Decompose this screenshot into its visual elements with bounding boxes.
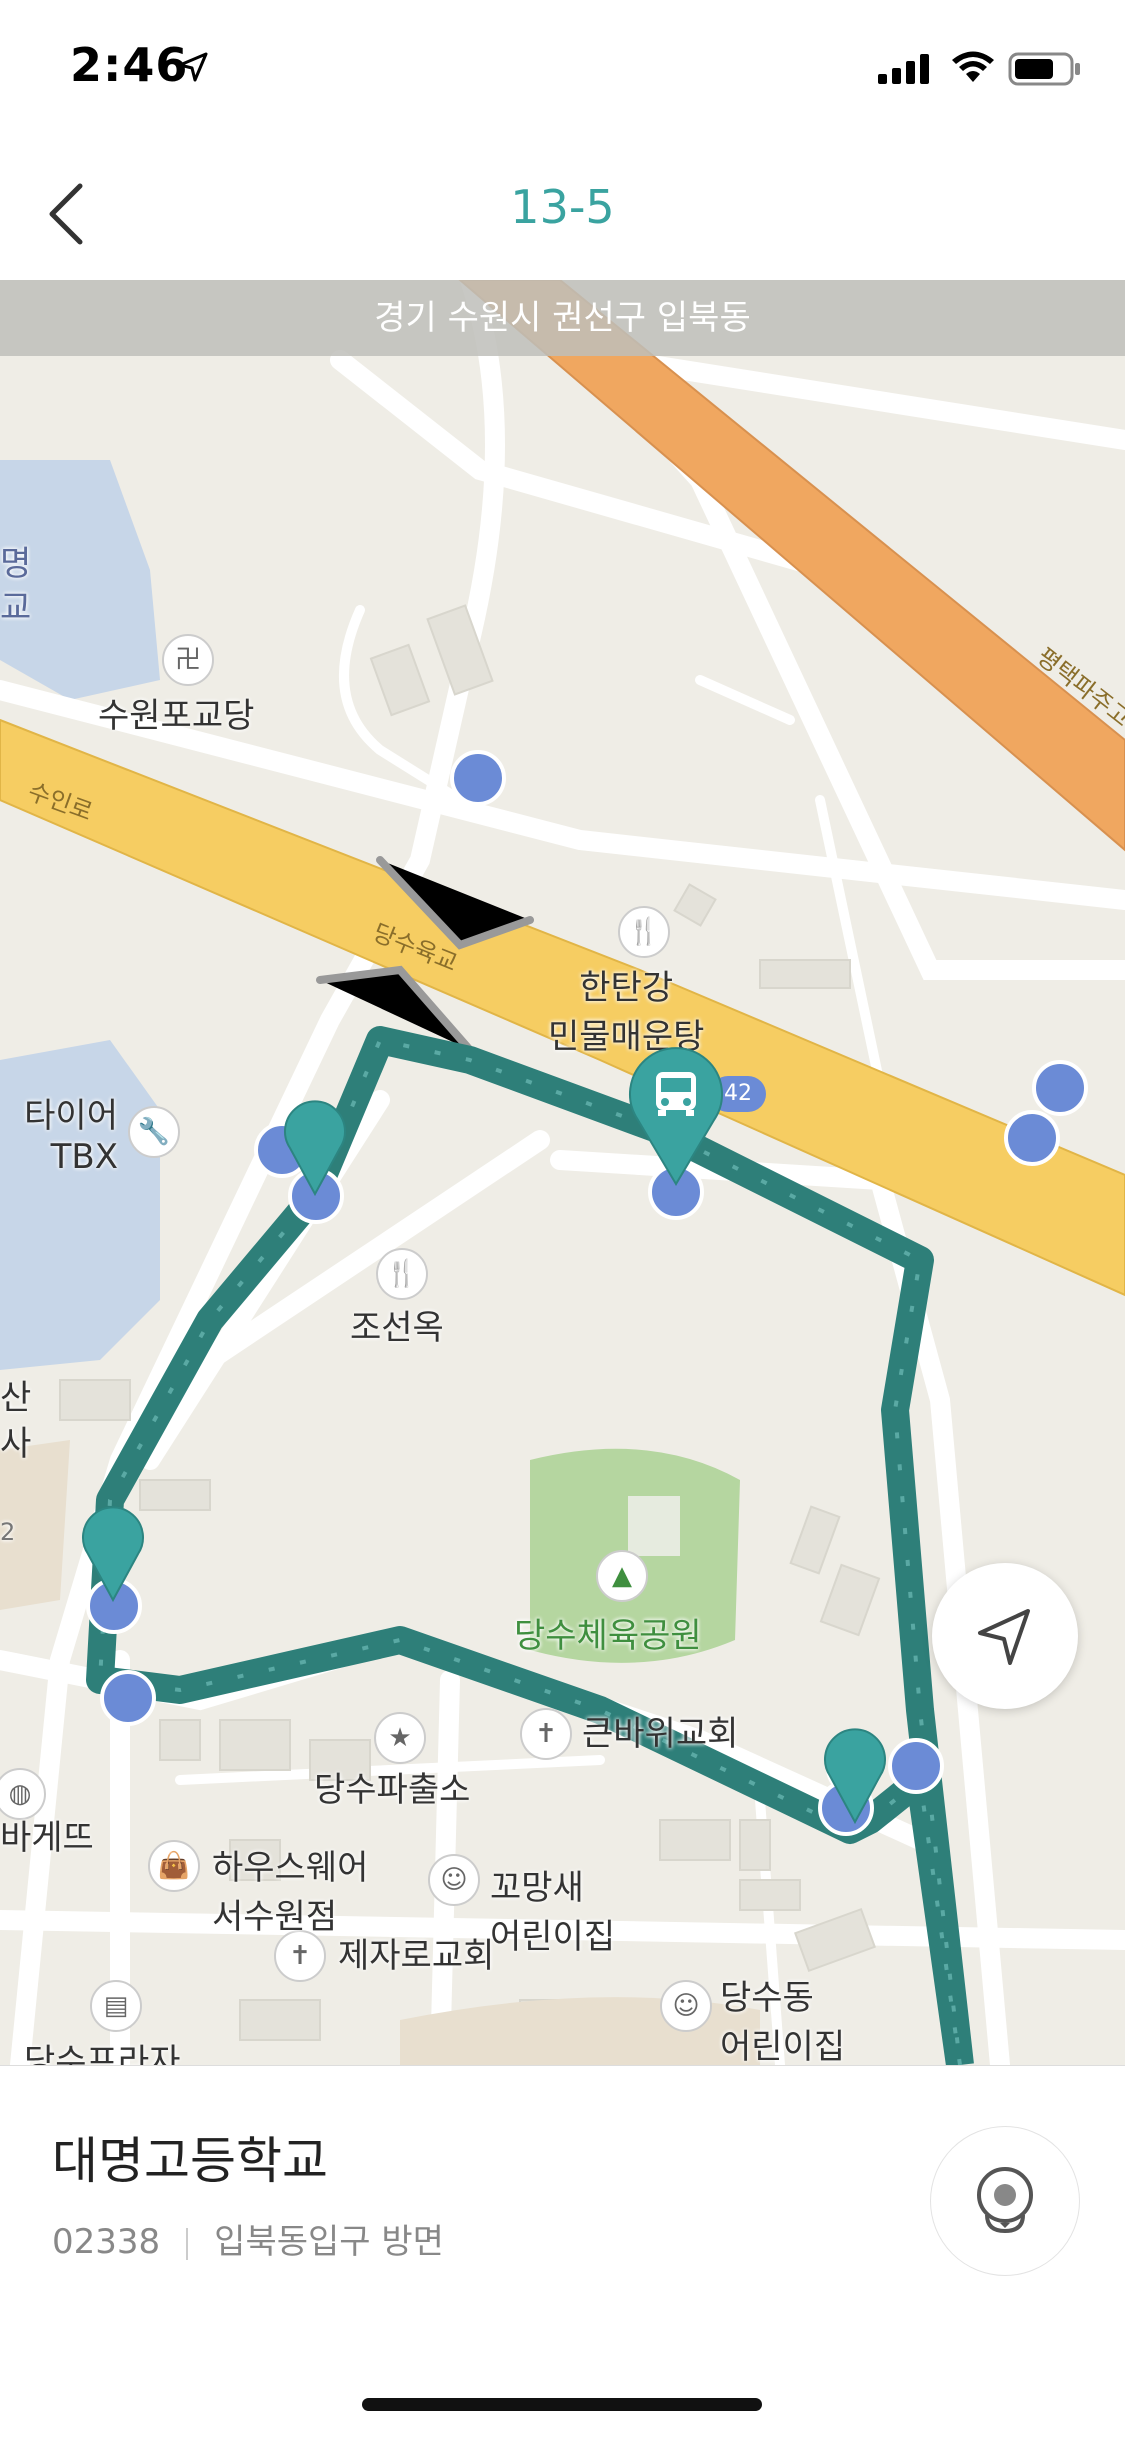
place-label: 큰바위교회 (582, 1714, 739, 1754)
bus-stop-pin-icon[interactable] (822, 1728, 888, 1824)
place-label-line: 타이어 (24, 1096, 118, 1136)
wrench-icon: 🔧 (128, 1106, 180, 1158)
place-label-line: 꼬망새 (490, 1868, 584, 1908)
place-label-line: 당수동 (720, 1978, 814, 2018)
selected-bus-pin-icon[interactable] (626, 1046, 726, 1186)
place-label: 꼬망새 어린이집 (490, 1860, 615, 1958)
map-canvas[interactable] (0, 280, 1125, 2065)
place-label: 수원포교당 (98, 696, 255, 736)
place-label-line: TBX (50, 1137, 118, 1177)
bus-stop-marker[interactable] (888, 1738, 944, 1794)
place-label: 2 (0, 1518, 16, 1546)
place-label: 바게뜨 (0, 1818, 94, 1858)
place-label: 산 (0, 1378, 32, 1418)
place-label: 명 (0, 544, 32, 584)
cctv-button[interactable] (930, 2126, 1080, 2276)
current-location-button[interactable] (932, 1563, 1078, 1709)
place-label: 조선옥 (350, 1308, 444, 1348)
divider (186, 2227, 189, 2260)
nav-bar: 13-5 (0, 140, 1125, 281)
route-map[interactable]: 경기 수원시 권선구 입북동 수인로 당수육교 평택파주고 卍 🍴 🔧 🍴 ▲ … (0, 280, 1125, 2065)
home-indicator[interactable] (362, 2398, 762, 2411)
status-time: 2:46 (70, 38, 189, 92)
bus-stop-pin-icon[interactable] (282, 1100, 348, 1196)
place-label: 교 (0, 588, 32, 628)
kindergarten-icon: ☺ (428, 1854, 480, 1906)
signal-icon (878, 54, 929, 84)
place-label: 한탄강 민물매운탕 (548, 960, 704, 1058)
place-label-line: 하우스웨어 (212, 1848, 369, 1888)
restaurant-icon: 🍴 (376, 1248, 428, 1300)
bus-stop-marker[interactable] (1004, 1110, 1060, 1166)
stop-name: 대명고등학교 (52, 2132, 328, 2190)
place-label-line: 어린이집 (720, 2027, 846, 2065)
stop-direction: 입북동입구 방면 (214, 2222, 444, 2262)
place-label: 당수파출소 (314, 1770, 471, 1810)
bus-stop-marker[interactable] (450, 750, 506, 806)
stop-info-panel[interactable]: 대명고등학교 02338 입북동입구 방면 (0, 2065, 1125, 2437)
place-label: 하우스웨어 서수원점 (212, 1840, 368, 1938)
expressway-road (458, 280, 1125, 852)
location-arrow-icon (178, 52, 208, 82)
church-icon: ✝ (520, 1708, 572, 1760)
place-label: 당수프라자 (24, 2042, 181, 2065)
police-icon: ★ (374, 1712, 426, 1764)
address-banner: 경기 수원시 권선구 입북동 (0, 280, 1125, 356)
place-label-line: 한탄강 (579, 968, 674, 1008)
stop-id: 02338 (52, 2222, 161, 2262)
wifi-icon (952, 51, 994, 82)
navigation-arrow-icon (978, 1609, 1030, 1665)
place-label: 타이어 TBX (0, 1088, 118, 1177)
bus-stop-marker[interactable] (1032, 1060, 1088, 1116)
bus-stop-marker[interactable] (100, 1670, 156, 1726)
place-label-line: 어린이집 (490, 1917, 616, 1957)
place-label: 제자로교회 (338, 1936, 495, 1976)
building-icon: ▤ (90, 1980, 142, 2032)
status-bar: 2:46 (0, 0, 1125, 140)
place-label: 당수동 어린이집 (720, 1970, 845, 2065)
tree-icon: ▲ (596, 1550, 648, 1602)
cctv-camera-icon (977, 2167, 1033, 2234)
place-label: 사 (0, 1424, 32, 1464)
park-label: 당수체육공원 (514, 1616, 702, 1656)
temple-icon: 卍 (162, 634, 214, 686)
bus-stop-pin-icon[interactable] (80, 1506, 146, 1602)
kindergarten-icon: ☺ (660, 1980, 712, 2032)
route-number-title: 13-5 (510, 180, 615, 234)
shopping-bag-icon: 👜 (148, 1840, 200, 1892)
restaurant-icon: 🍴 (618, 906, 670, 958)
battery-icon (1008, 52, 1080, 86)
stop-details: 02338 입북동입구 방면 (52, 2214, 444, 2263)
